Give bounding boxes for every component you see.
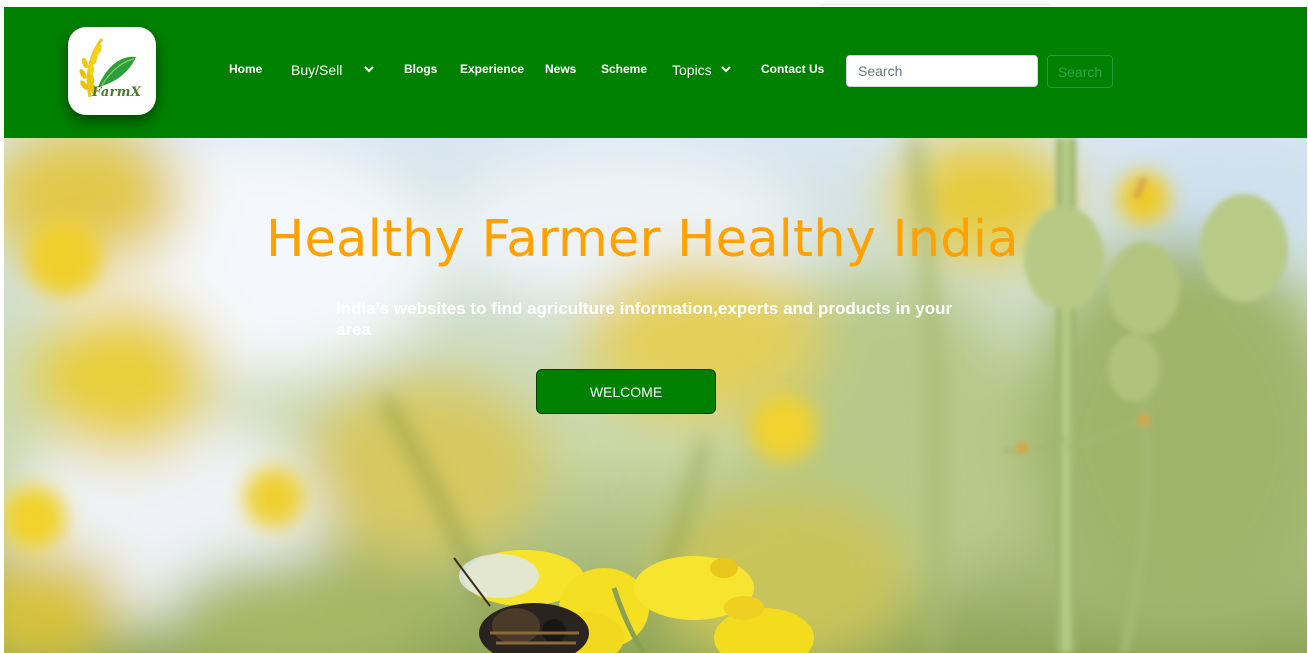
wheat-leaf-icon [79,38,136,98]
navbar: FarmX Home Buy/Sell Blogs Experience New… [4,7,1307,138]
welcome-button[interactable]: WELCOME [536,369,716,414]
chevron-down-icon[interactable] [363,63,375,75]
search-input[interactable] [846,55,1038,87]
divider [820,4,1050,5]
hero-subtitle: India's websites to find agriculture inf… [336,299,953,339]
nav-buy-sell[interactable]: Buy/Sell [291,62,342,78]
page-frame: FarmX Home Buy/Sell Blogs Experience New… [4,7,1307,653]
nav-experience[interactable]: Experience [460,62,524,76]
chevron-down-icon[interactable] [720,63,732,75]
nav-blogs[interactable]: Blogs [404,62,437,76]
hero-title: Healthy Farmer Healthy India [266,210,1019,269]
nav-home[interactable]: Home [229,62,262,76]
nav-scheme[interactable]: Scheme [601,62,647,76]
hero-section: Healthy Farmer Healthy India India's web… [4,138,1307,653]
nav-topics[interactable]: Topics [672,62,712,78]
nav-contact-us[interactable]: Contact Us [761,62,824,76]
logo-text: FarmX [92,85,142,100]
brand-logo[interactable]: FarmX [68,27,156,115]
browser-top-strip [0,0,1308,7]
search-button[interactable]: Search [1047,55,1113,88]
nav-news[interactable]: News [545,62,576,76]
